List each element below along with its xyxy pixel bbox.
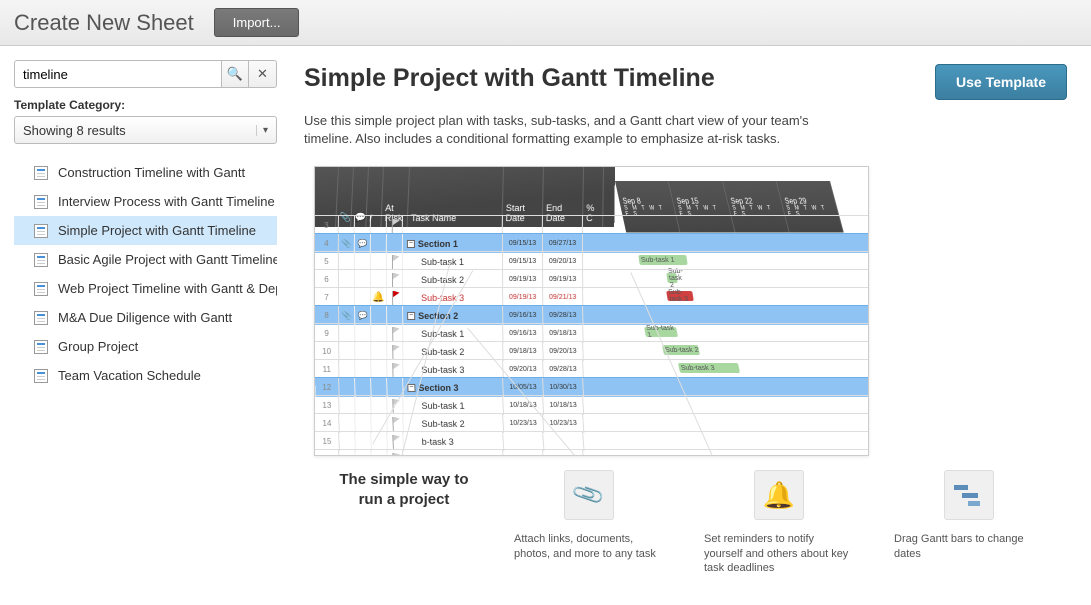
table-row: 1610/24/13: [315, 449, 868, 455]
import-button[interactable]: Import...: [214, 8, 300, 37]
template-list: Construction Timeline with Gantt Intervie…: [14, 158, 277, 390]
search-input[interactable]: [14, 60, 221, 88]
template-item-6[interactable]: Group Project: [14, 332, 277, 361]
sheet-icon: [34, 253, 48, 267]
attachment-icon: 📎: [342, 311, 352, 320]
comment-icon: 💬: [358, 311, 368, 320]
template-item-5[interactable]: M&A Due Diligence with Gantt: [14, 303, 277, 332]
sheet-icon: [34, 282, 48, 296]
flag-icon: [390, 327, 400, 341]
template-item-7[interactable]: Team Vacation Schedule: [14, 361, 277, 390]
sheet-icon: [34, 224, 48, 238]
flag-icon: [390, 363, 400, 377]
template-title: Simple Project with Gantt Timeline: [304, 64, 715, 93]
gantt-bars-icon: [954, 483, 984, 507]
flag-icon: [390, 399, 401, 413]
template-item-label: Basic Agile Project with Gantt Timeline: [58, 252, 277, 267]
template-item-label: Construction Timeline with Gantt: [58, 165, 245, 180]
close-icon: ✕: [257, 66, 268, 82]
flag-icon: [390, 273, 400, 287]
page-title: Create New Sheet: [14, 10, 194, 36]
template-item-label: Group Project: [58, 339, 138, 354]
template-item-label: Web Project Timeline with Gantt & Depend…: [58, 281, 277, 296]
use-template-button[interactable]: Use Template: [935, 64, 1067, 100]
sheet-icon: [34, 340, 48, 354]
feature-attach: 📎 Attach links, documents, photos, and m…: [514, 470, 664, 561]
template-description: Use this simple project plan with tasks,…: [304, 112, 824, 148]
flag-icon: [390, 435, 401, 449]
feature-reminders: 🔔 Set reminders to notify yourself and o…: [704, 470, 854, 575]
main-panel: Simple Project with Gantt Timeline Use T…: [286, 46, 1091, 605]
bell-icon: 🔔: [763, 480, 795, 511]
app-header: Create New Sheet Import...: [0, 0, 1091, 46]
features-title: The simple way to run a project: [334, 470, 474, 509]
category-label: Template Category:: [14, 98, 277, 112]
bell-icon: 🔔: [372, 292, 385, 303]
attachment-icon: 📎: [341, 239, 351, 248]
template-item-4[interactable]: Web Project Timeline with Gantt & Depend…: [14, 274, 277, 303]
template-preview: 📎 💬 i At Risk Task Name Start Date End D…: [314, 166, 869, 456]
template-item-0[interactable]: Construction Timeline with Gantt: [14, 158, 277, 187]
flag-icon: [390, 417, 401, 431]
category-select[interactable]: Showing 8 results: [14, 116, 277, 144]
sheet-icon: [34, 369, 48, 383]
template-item-label: Team Vacation Schedule: [58, 368, 201, 383]
sidebar: 🔍 ✕ Template Category: Showing 8 results…: [0, 46, 286, 605]
flag-icon: [390, 291, 400, 305]
flag-icon: [389, 219, 399, 233]
flag-icon: [389, 255, 399, 269]
template-item-label: M&A Due Diligence with Gantt: [58, 310, 232, 325]
template-item-2[interactable]: Simple Project with Gantt Timeline: [14, 216, 277, 245]
search-button[interactable]: 🔍: [221, 60, 249, 88]
search-icon: 🔍: [227, 66, 243, 82]
flag-icon: [390, 345, 400, 359]
sheet-icon: [34, 195, 48, 209]
template-item-label: Interview Process with Gantt Timeline: [58, 194, 275, 209]
comment-icon: 💬: [357, 239, 367, 248]
category-selected-value: Showing 8 results: [23, 123, 126, 138]
feature-drag-bars: Drag Gantt bars to change dates: [894, 470, 1044, 561]
clear-search-button[interactable]: ✕: [249, 60, 277, 88]
sheet-icon: [34, 166, 48, 180]
template-item-label: Simple Project with Gantt Timeline: [58, 223, 256, 238]
template-item-1[interactable]: Interview Process with Gantt Timeline: [14, 187, 277, 216]
paperclip-icon: 📎: [571, 477, 608, 513]
flag-icon: [390, 453, 401, 456]
sheet-icon: [34, 311, 48, 325]
template-item-3[interactable]: Basic Agile Project with Gantt Timeline: [14, 245, 277, 274]
